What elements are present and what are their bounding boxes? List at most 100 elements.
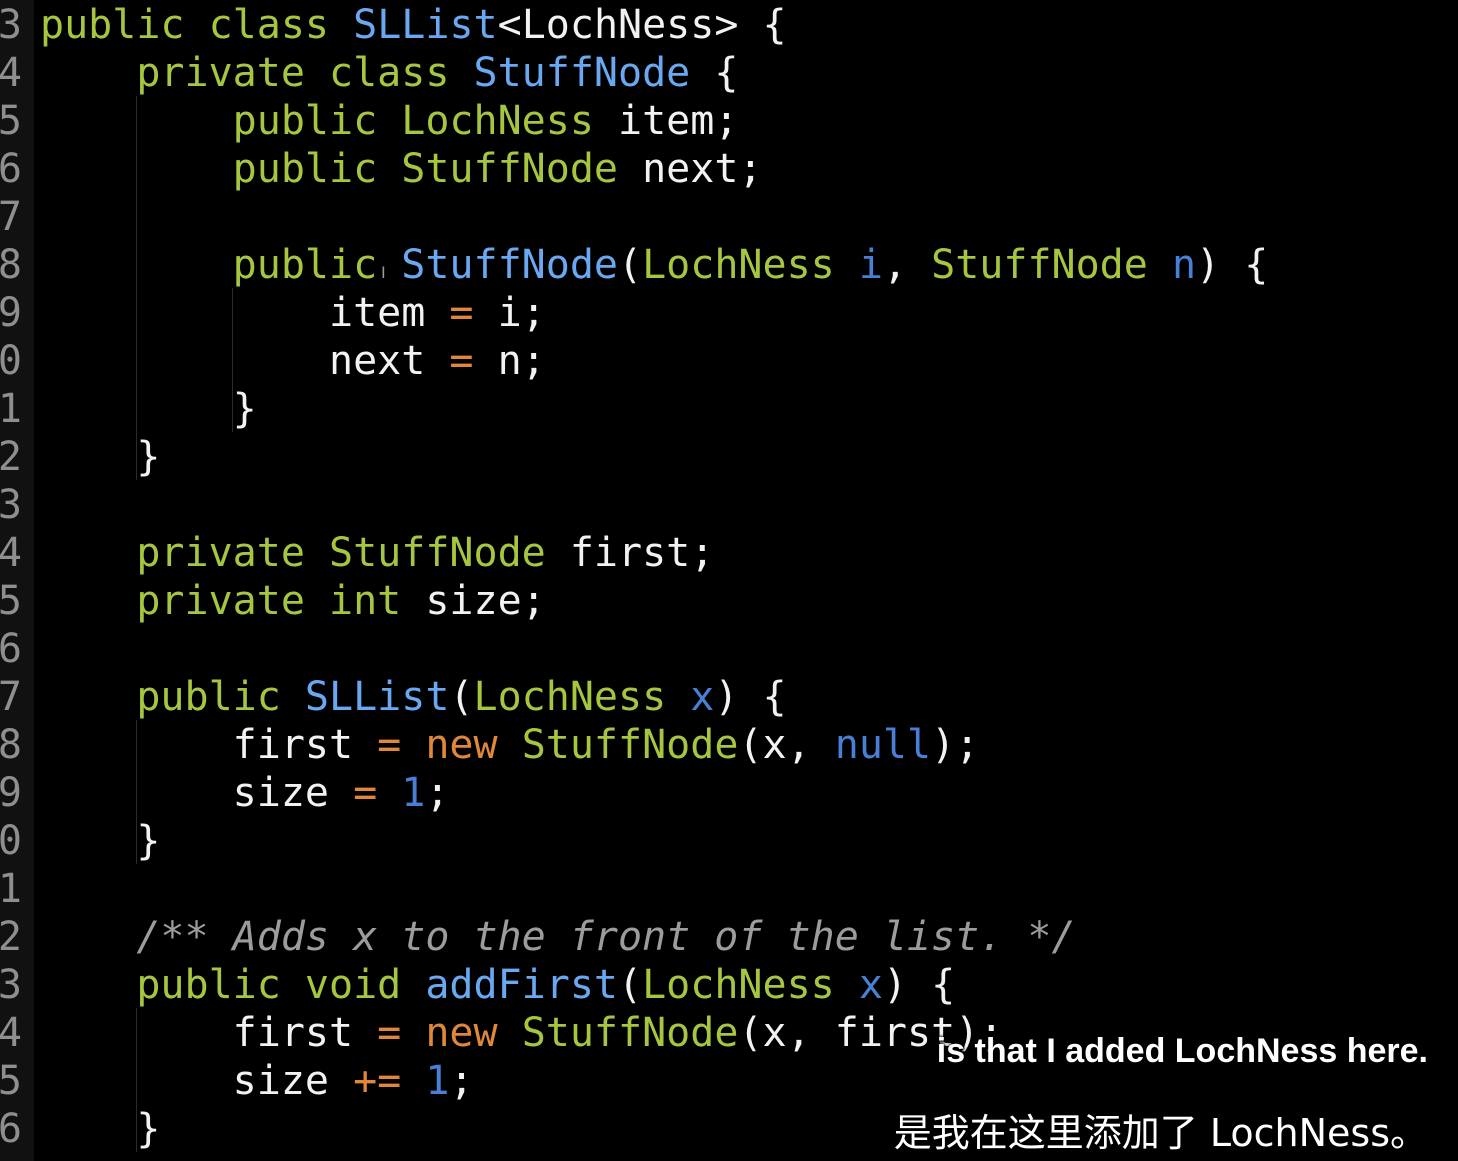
code-token: =	[377, 722, 402, 768]
code-line[interactable]: 5 public LochNess item;	[0, 97, 1458, 145]
code-line[interactable]: 1	[0, 865, 1458, 913]
code-token: public	[232, 146, 378, 192]
code-line[interactable]: 0 next = n;	[0, 337, 1458, 385]
code-line[interactable]: 4 private class StuffNode {	[0, 49, 1458, 97]
indent-guide	[136, 1008, 137, 1152]
code-token: }	[40, 386, 257, 432]
code-line[interactable]: 7	[0, 193, 1458, 241]
code-token: LochNess	[642, 242, 835, 288]
code-token: x	[690, 674, 715, 720]
code-token: 1	[425, 1058, 450, 1104]
code-token: size	[40, 1058, 354, 1104]
line-number: 4	[0, 530, 22, 576]
line-number: 2	[0, 434, 22, 480]
code-token: =	[353, 770, 378, 816]
code-token: item;	[593, 98, 739, 144]
code-line[interactable]: 8 public StuffNode(LochNess i, StuffNode…	[0, 241, 1458, 289]
code-line[interactable]: 6	[0, 625, 1458, 673]
code-token: StuffNode	[401, 242, 618, 288]
code-token: (	[618, 962, 643, 1008]
line-number: 0	[0, 818, 22, 864]
code-line[interactable]: 1 }	[0, 385, 1458, 433]
code-line[interactable]: 9 size = 1;	[0, 769, 1458, 817]
code-line[interactable]: 2 /** Adds x to the front of the list. *…	[0, 913, 1458, 961]
code-line[interactable]: 3	[0, 481, 1458, 529]
code-line[interactable]: 5 private int size;	[0, 577, 1458, 625]
code-token: public	[232, 98, 378, 144]
code-line[interactable]: 0 }	[0, 817, 1458, 865]
line-number: 6	[0, 146, 22, 192]
code-token: StuffNode	[329, 530, 546, 576]
code-text: private int size;	[40, 577, 545, 625]
code-token: LochNess	[401, 98, 594, 144]
code-token: class	[208, 2, 330, 48]
line-number: 2	[0, 914, 22, 960]
code-line[interactable]: 3 public class SLList<LochNess> {	[0, 1, 1458, 49]
code-text: }	[40, 385, 257, 433]
code-line[interactable]: 6 public StuffNode next;	[0, 145, 1458, 193]
line-number: 1	[0, 866, 22, 912]
line-number: 6	[0, 1106, 22, 1152]
code-token: }	[40, 818, 161, 864]
code-token: ) {	[714, 674, 787, 720]
line-number: 1	[0, 386, 22, 432]
code-line[interactable]: 7 public SLList(LochNess x) {	[0, 673, 1458, 721]
code-token: new	[425, 1010, 498, 1056]
code-text: item = i;	[40, 289, 546, 337]
subtitle-english: is that I added LochNess here.	[936, 1032, 1428, 1070]
code-token: StuffNode	[401, 146, 618, 192]
code-line[interactable]: 4 private StuffNode first;	[0, 529, 1458, 577]
code-token: first;	[545, 530, 715, 576]
code-text: }	[40, 433, 160, 481]
indent-guide	[232, 288, 233, 432]
code-token: );	[931, 722, 980, 768]
line-number: 7	[0, 674, 22, 720]
code-line[interactable]: 2 }	[0, 433, 1458, 481]
code-token: ;	[449, 1058, 474, 1104]
code-line[interactable]: 9 item = i;	[0, 289, 1458, 337]
text-cursor-icon: I	[381, 263, 386, 282]
code-token: StuffNode	[521, 722, 739, 768]
code-text: }	[40, 817, 160, 865]
line-number: 9	[0, 290, 22, 336]
code-text: public class SLList<LochNess> {	[40, 1, 787, 49]
code-token: next;	[618, 146, 763, 192]
code-editor[interactable]: 3 public class SLList<LochNess> {4 privat…	[0, 0, 1458, 1161]
code-token: 1	[401, 770, 426, 816]
code-token: n;	[473, 338, 546, 384]
code-line[interactable]: 8 first = new StuffNode(x, null);	[0, 721, 1458, 769]
code-text: public void addFirst(LochNess x) {	[40, 961, 955, 1009]
code-line[interactable]: 3 public void addFirst(LochNess x) {	[0, 961, 1458, 1009]
code-token: first	[40, 722, 378, 768]
code-token: i;	[473, 290, 546, 336]
code-token: (	[618, 242, 643, 288]
code-text: private class StuffNode {	[40, 49, 738, 97]
code-text: first = new StuffNode(x, first);	[40, 1009, 1004, 1057]
code-token: StuffNode	[931, 242, 1148, 288]
code-token: LochNess	[473, 674, 667, 720]
code-token: LochNess	[642, 962, 835, 1008]
line-number: 4	[0, 1010, 22, 1056]
line-number: 3	[0, 962, 22, 1008]
code-token: SLList	[304, 674, 450, 720]
code-token: public	[40, 2, 185, 48]
code-token: =	[449, 290, 474, 336]
line-number: 0	[0, 338, 22, 384]
subtitle-chinese: 是我在这里添加了 LochNess。	[893, 1111, 1428, 1155]
